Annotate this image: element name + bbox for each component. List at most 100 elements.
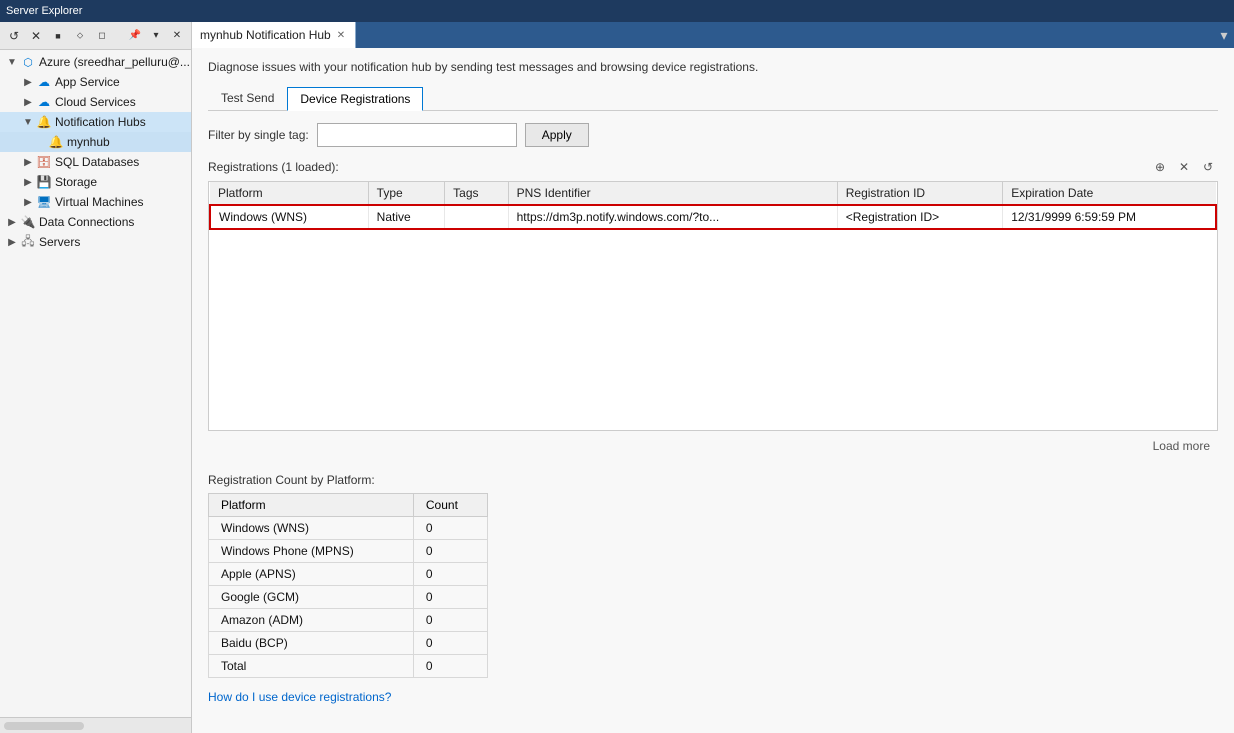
content-panel: Diagnose issues with your notification h… [192,48,1234,733]
registrations-title: Registrations (1 loaded): [208,160,339,174]
registrations-toolbar: ⊕ ✕ ↺ [1150,157,1218,177]
expand-icon-notificationhubs: ▼ [20,114,36,130]
expand-icon-servers: ▶ [4,234,20,250]
count-cell-count: 0 [413,563,487,586]
sidebar-item-cloudservices[interactable]: ▶ ☁ Cloud Services [0,92,191,112]
azure-icon: ⬡ [20,54,36,70]
inner-tabs: Test Send Device Registrations [208,86,1218,111]
add-registration-button[interactable]: ⊕ [1150,157,1170,177]
count-table-row: Windows (WNS)0 [209,517,488,540]
content-area: mynhub Notification Hub ✕ ▾ Diagnose iss… [192,22,1234,733]
sidebar-item-appservice[interactable]: ▶ ☁ App Service [0,72,191,92]
sidebar-item-label-sqldatabases: SQL Databases [55,155,139,169]
count-cell-count: 0 [413,586,487,609]
cell-pns: https://dm3p.notify.windows.com/?to... [508,205,837,229]
sidebar-tree: ▼ ⬡ Azure (sreedhar_pelluru@... ▶ ☁ App … [0,50,191,717]
dataconnections-icon: 🔌 [20,214,36,230]
expand-icon-storage: ▶ [20,174,36,190]
help-link[interactable]: How do I use device registrations? [208,690,391,704]
load-more-text: Load more [1153,439,1210,453]
expand-icon-mynhub [40,134,48,150]
count-cell-platform: Google (GCM) [209,586,414,609]
col-regid: Registration ID [837,182,1002,205]
count-table-row: Windows Phone (MPNS)0 [209,540,488,563]
filter-label: Filter by single tag: [208,128,309,142]
cloudservices-icon: ☁ [36,94,52,110]
sidebar-item-label-servers: Servers [39,235,80,249]
count-cell-platform: Baidu (BCP) [209,632,414,655]
cell-tags [445,205,508,229]
apply-button[interactable]: Apply [525,123,589,147]
sidebar-item-servers[interactable]: ▶ 🖧 Servers [0,232,191,252]
tab-close-button[interactable]: ✕ [335,30,347,41]
count-col-platform: Platform [209,494,414,517]
cell-regid: <Registration ID> [837,205,1002,229]
sidebar-item-dataconnections[interactable]: ▶ 🔌 Data Connections [0,212,191,232]
count-col-count: Count [413,494,487,517]
count-table-row: Google (GCM)0 [209,586,488,609]
col-expiration: Expiration Date [1003,182,1216,205]
tab-menu-button[interactable]: ▾ [1214,22,1234,48]
tab-testsend[interactable]: Test Send [208,86,287,110]
sidebar-item-azure[interactable]: ▼ ⬡ Azure (sreedhar_pelluru@... [0,52,191,72]
col-tags: Tags [445,182,508,205]
sidebar-item-label-virtualmachines: Virtual Machines [55,195,144,209]
toolbar-btn2[interactable]: ⬦ [70,26,90,46]
registrations-table: Platform Type Tags PNS Identifier Regist… [209,182,1217,230]
sidebar-item-label-cloudservices: Cloud Services [55,95,136,109]
mynhub-icon: 🔔 [48,134,64,150]
sidebar-close-button[interactable]: ✕ [167,26,187,46]
refresh-button[interactable]: ↺ [4,26,24,46]
load-more-row: Load more [208,435,1218,457]
toolbar-btn3[interactable]: ◻ [92,26,112,46]
sidebar-item-notificationhubs[interactable]: ▼ 🔔 Notification Hubs [0,112,191,132]
title-bar: Server Explorer [0,0,1234,22]
expand-icon-appservice: ▶ [20,74,36,90]
count-cell-count: 0 [413,632,487,655]
storage-icon: 💾 [36,174,52,190]
expand-icon-sqldatabases: ▶ [20,154,36,170]
count-title: Registration Count by Platform: [208,473,1218,487]
sidebar: ↺ ✕ ■ ⬦ ◻ 📌 ▾ ✕ ▼ ⬡ Azure (sreedhar_pell… [0,22,192,733]
tab-deviceregistrations[interactable]: Device Registrations [287,87,423,111]
dropdown-button[interactable]: ▾ [146,26,166,46]
sidebar-item-sqldatabases[interactable]: ▶ 🗄 SQL Databases [0,152,191,172]
stop-button[interactable]: ✕ [26,26,46,46]
sidebar-item-virtualmachines[interactable]: ▶ 🖥 Virtual Machines [0,192,191,212]
sidebar-item-mynhub[interactable]: 🔔 mynhub [0,132,191,152]
tab-bar: mynhub Notification Hub ✕ ▾ [192,22,1234,48]
main-tab[interactable]: mynhub Notification Hub ✕ [192,22,356,48]
count-cell-platform: Windows Phone (MPNS) [209,540,414,563]
pin-button[interactable]: 📌 [125,26,145,46]
cell-expiration: 12/31/9999 6:59:59 PM [1003,205,1216,229]
sidebar-item-label-mynhub: mynhub [67,135,110,149]
sidebar-item-label-azure: Azure (sreedhar_pelluru@... [39,55,190,69]
sidebar-scrollbar[interactable] [4,722,84,730]
count-table: Platform Count Windows (WNS)0Windows Pho… [208,493,488,678]
expand-icon-virtualmachines: ▶ [20,194,36,210]
count-section: Registration Count by Platform: Platform… [208,473,1218,704]
sidebar-toolbar: ↺ ✕ ■ ⬦ ◻ 📌 ▾ ✕ [0,22,191,50]
count-cell-platform: Windows (WNS) [209,517,414,540]
count-table-row: Total0 [209,655,488,678]
tab-title: mynhub Notification Hub [200,28,331,42]
col-platform: Platform [210,182,368,205]
toolbar-btn1[interactable]: ■ [48,26,68,46]
count-cell-platform: Amazon (ADM) [209,609,414,632]
count-cell-platform: Total [209,655,414,678]
main-layout: ↺ ✕ ■ ⬦ ◻ 📌 ▾ ✕ ▼ ⬡ Azure (sreedhar_pell… [0,22,1234,733]
table-row[interactable]: Windows (WNS) Native https://dm3p.notify… [210,205,1216,229]
count-table-row: Baidu (BCP)0 [209,632,488,655]
sqldatabases-icon: 🗄 [36,154,52,170]
expand-icon-cloudservices: ▶ [20,94,36,110]
title-bar-text: Server Explorer [6,5,82,17]
delete-registration-button[interactable]: ✕ [1174,157,1194,177]
count-table-row: Apple (APNS)0 [209,563,488,586]
sidebar-item-label-storage: Storage [55,175,97,189]
filter-row: Filter by single tag: Apply [208,123,1218,147]
cell-type: Native [368,205,444,229]
appservice-icon: ☁ [36,74,52,90]
sidebar-item-storage[interactable]: ▶ 💾 Storage [0,172,191,192]
refresh-registrations-button[interactable]: ↺ [1198,157,1218,177]
filter-input[interactable] [317,123,517,147]
